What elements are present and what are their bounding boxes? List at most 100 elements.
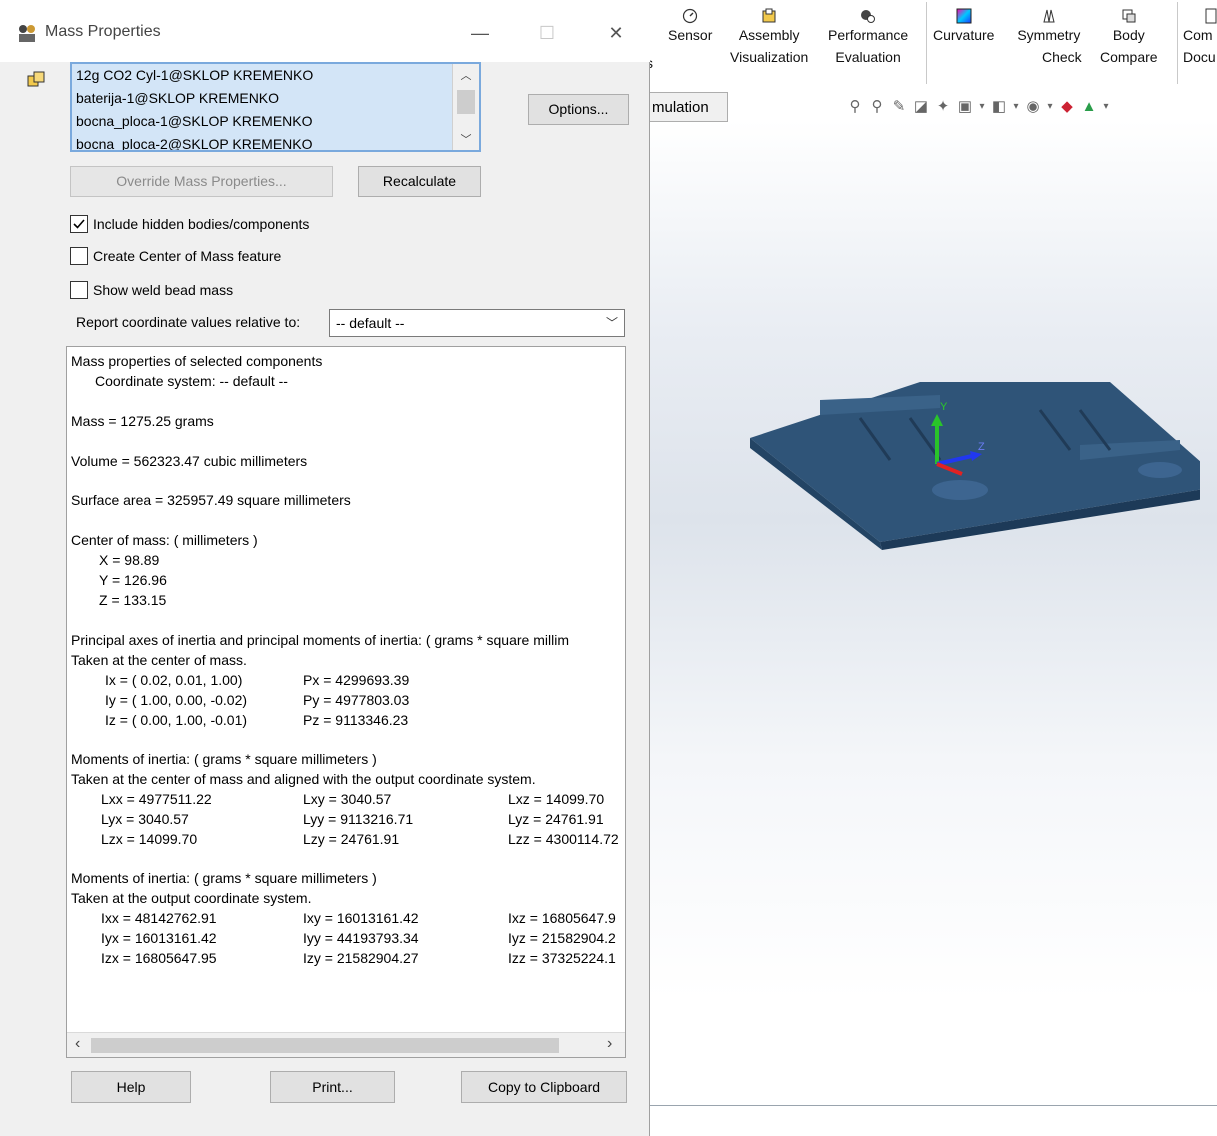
scroll-right-icon[interactable]: › (607, 1035, 612, 1053)
ribbon-assembly-visualization-button[interactable]: Assembly Visualization (730, 8, 808, 68)
include-hidden-checkbox[interactable] (70, 215, 88, 233)
report-mass: Mass = 1275.25 grams (71, 413, 214, 429)
component-select-icon (27, 71, 45, 87)
report-principal-moment-pz: Pz = 9113346.23 (303, 712, 409, 728)
scroll-thumb[interactable] (457, 90, 475, 114)
show-weld-bead-checkbox[interactable] (70, 281, 88, 299)
report-moi-value: Izx = 16805647.95 (101, 950, 217, 966)
report-principal-title: Principal axes of inertia and principal … (71, 632, 569, 648)
zoom-to-area-icon[interactable]: ⚲ (868, 98, 886, 116)
include-hidden-label[interactable]: Include hidden bodies/components (93, 216, 309, 232)
report-moi-value: Ixz = 16805647.9 (508, 910, 616, 926)
mass-properties-report[interactable]: Mass properties of selected components C… (66, 346, 626, 1058)
show-weld-bead-label[interactable]: Show weld bead mass (93, 282, 233, 298)
help-button[interactable]: Help (71, 1071, 191, 1103)
scroll-down-icon[interactable]: ﹀ (453, 130, 479, 150)
ribbon-performance-evaluation-button[interactable]: Performance Evaluation (828, 8, 908, 68)
report-principal-moment-px: Px = 4299693.39 (303, 672, 410, 688)
list-item[interactable]: baterija-1@SKLOP KREMENKO (76, 88, 279, 108)
curvature-icon (956, 8, 972, 24)
close-button[interactable]: ✕ (596, 16, 636, 50)
recalculate-button[interactable]: Recalculate (358, 166, 481, 197)
ribbon-compare-documents-button[interactable]: Com Docu (1183, 8, 1217, 68)
dialog-title: Mass Properties (45, 23, 161, 40)
heads-up-view-toolbar: ⚲ ⚲ ✎ ◪ ✦ ▣ ▾ ◧ ▾ ◉ ▾ ◆ ▲ ▾ (846, 94, 1110, 120)
dialog-title-bar[interactable]: Mass Properties — ☐ ✕ (0, 0, 650, 62)
selected-components-list[interactable]: 12g CO2 Cyl-1@SKLOP KREMENKO baterija-1@… (70, 62, 481, 152)
apply-scene-icon[interactable]: ▲ (1080, 98, 1098, 116)
body-compare-icon (1122, 9, 1136, 23)
coordinate-system-label: Report coordinate values relative to: (76, 314, 301, 330)
list-scrollbar[interactable]: ︿ ﹀ (452, 64, 479, 150)
dropdown-arrow-icon[interactable]: ▾ (978, 98, 986, 116)
checkmark-icon (73, 219, 85, 229)
ribbon-curvature-button[interactable]: Curvature (933, 8, 994, 46)
coordinate-system-select[interactable]: -- default -- ﹀ (329, 309, 625, 337)
triad-z-label: Z (978, 441, 985, 453)
view-orientation-icon[interactable]: ▣ (956, 98, 974, 116)
tab-simulation[interactable]: mulation (650, 92, 728, 122)
dynamic-annotation-icon[interactable]: ✦ (934, 98, 952, 116)
report-moi-value: Ixy = 16013161.42 (303, 910, 419, 926)
scroll-up-icon[interactable]: ︿ (453, 66, 479, 86)
report-moi-value: Lxy = 3040.57 (303, 791, 392, 807)
previous-view-icon[interactable]: ✎ (890, 98, 908, 116)
maximize-button[interactable]: ☐ (527, 16, 567, 50)
section-view-icon[interactable]: ◪ (912, 98, 930, 116)
cad-graphics-area[interactable]: s Sensor Assembly Visualization Performa… (646, 0, 1217, 1136)
report-surface-area: Surface area = 325957.49 square millimet… (71, 492, 351, 508)
create-com-feature-checkbox[interactable] (70, 247, 88, 265)
report-moi-value: Izz = 37325224.1 (508, 950, 616, 966)
edit-appearance-icon[interactable]: ◆ (1058, 98, 1076, 116)
dial-icon (683, 8, 698, 24)
print-button[interactable]: Print... (270, 1071, 395, 1103)
report-principal-moment-py: Py = 4977803.03 (303, 692, 410, 708)
dropdown-arrow-icon[interactable]: ▾ (1102, 98, 1110, 116)
scroll-left-icon[interactable]: ‹ (75, 1035, 80, 1053)
minimize-button[interactable]: — (460, 16, 500, 50)
dropdown-arrow-icon[interactable]: ▾ (1012, 98, 1020, 116)
scroll-thumb[interactable] (91, 1038, 559, 1053)
report-moi-value: Iyz = 21582904.2 (508, 930, 616, 946)
list-item[interactable]: 12g CO2 Cyl-1@SKLOP KREMENKO (76, 65, 313, 85)
report-principal-subtitle: Taken at the center of mass. (71, 652, 247, 668)
ribbon-symmetry-check-button[interactable]: Symmetry Check (1016, 8, 1082, 68)
dropdown-arrow-icon[interactable]: ▾ (1046, 98, 1054, 116)
create-com-feature-label[interactable]: Create Center of Mass feature (93, 248, 281, 264)
report-moi-value: Iyy = 44193793.34 (303, 930, 419, 946)
report-moi-value: Lxx = 4977511.22 (101, 791, 212, 807)
report-moi-value: Lzx = 14099.70 (101, 831, 198, 847)
options-button[interactable]: Options... (528, 94, 629, 125)
ribbon-sensor-button[interactable]: Sensor (668, 8, 712, 46)
list-item[interactable]: bocna_ploca-2@SKLOP KREMENKO (76, 134, 313, 150)
model-top-face (750, 382, 1200, 542)
model-boss (1138, 462, 1182, 478)
copy-to-clipboard-button[interactable]: Copy to Clipboard (461, 1071, 627, 1103)
assembly-3d-model[interactable]: Y Z (740, 370, 1200, 560)
list-item[interactable]: bocna_ploca-1@SKLOP KREMENKO (76, 111, 313, 131)
report-moi-com-subtitle: Taken at the center of mass and aligned … (71, 771, 536, 787)
command-ribbon: s Sensor Assembly Visualization Performa… (646, 0, 1217, 86)
report-moi-value: Lxz = 14099.70 (508, 791, 605, 807)
report-horizontal-scrollbar[interactable]: ‹ › (67, 1032, 625, 1057)
ribbon-separator (1177, 2, 1178, 84)
override-mass-properties-button[interactable]: Override Mass Properties... (70, 166, 333, 197)
report-moi-value: Iyx = 16013161.42 (101, 930, 217, 946)
display-style-icon[interactable]: ◧ (990, 98, 1008, 116)
coordinate-system-value: -- default -- (336, 315, 405, 331)
assembly-icon (762, 8, 776, 23)
report-com-x: X = 98.89 (99, 552, 160, 568)
report-com-y: Y = 126.96 (99, 572, 167, 588)
zoom-to-fit-icon[interactable]: ⚲ (846, 98, 864, 116)
hide-show-items-icon[interactable]: ◉ (1024, 98, 1042, 116)
report-header: Mass properties of selected components (71, 353, 323, 369)
ribbon-separator (926, 2, 927, 84)
report-moi-output-subtitle: Taken at the output coordinate system. (71, 890, 312, 906)
status-divider (650, 1105, 1217, 1106)
mass-properties-icon (19, 25, 35, 42)
report-moi-com-title: Moments of inertia: ( grams * square mil… (71, 751, 377, 767)
ribbon-body-compare-button[interactable]: Body Compare (1100, 8, 1158, 68)
chevron-down-icon: ﹀ (605, 316, 618, 330)
report-com-title: Center of mass: ( millimeters ) (71, 532, 258, 548)
report-moi-value: Lzz = 4300114.72 (508, 831, 619, 847)
